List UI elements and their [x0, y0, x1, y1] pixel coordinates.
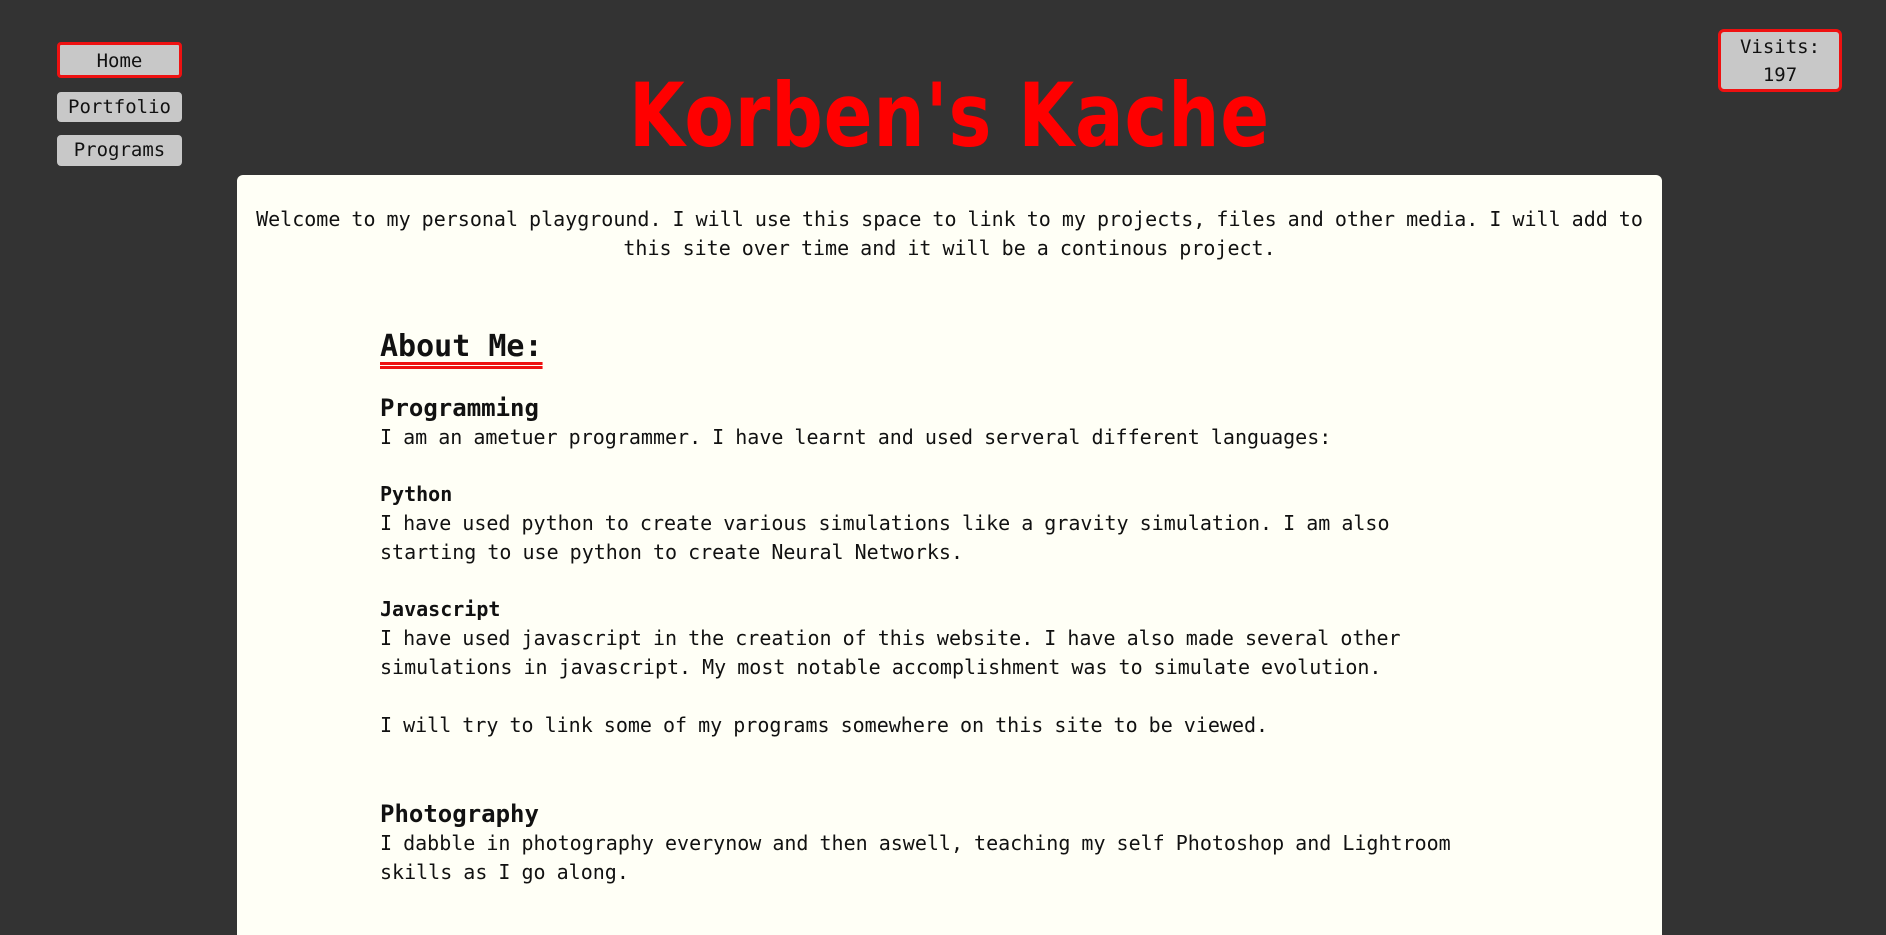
visit-counter-label: Visits:: [1739, 36, 1821, 58]
javascript-text: I have used javascript in the creation o…: [380, 626, 1401, 679]
side-nav: Home Portfolio Programs: [57, 42, 182, 166]
visit-counter-value: 197: [1762, 64, 1798, 86]
python-heading: Python: [380, 482, 453, 506]
programming-intro: I am an ametuer programmer. I have learn…: [380, 425, 1332, 449]
visit-counter: Visits: 197: [1718, 29, 1842, 92]
programming-heading: Programming: [380, 394, 539, 422]
welcome-text: Welcome to my personal playground. I wil…: [256, 207, 1643, 260]
about-section: About Me: Programming I am an ametuer pr…: [380, 327, 1500, 887]
javascript-heading: Javascript: [380, 597, 501, 621]
programs-note: I will try to link some of my programs s…: [380, 713, 1269, 737]
content-panel: Welcome to my personal playground. I wil…: [237, 175, 1662, 935]
portfolio-button[interactable]: Portfolio: [57, 92, 182, 122]
programs-button[interactable]: Programs: [57, 135, 182, 166]
photography-text: I dabble in photography everynow and the…: [380, 831, 1451, 884]
about-heading: About Me:: [380, 329, 543, 364]
site-title: Korben's Kache: [628, 64, 1271, 167]
photography-heading: Photography: [380, 800, 539, 828]
python-text: I have used python to create various sim…: [380, 511, 1390, 564]
home-button[interactable]: Home: [57, 42, 182, 78]
